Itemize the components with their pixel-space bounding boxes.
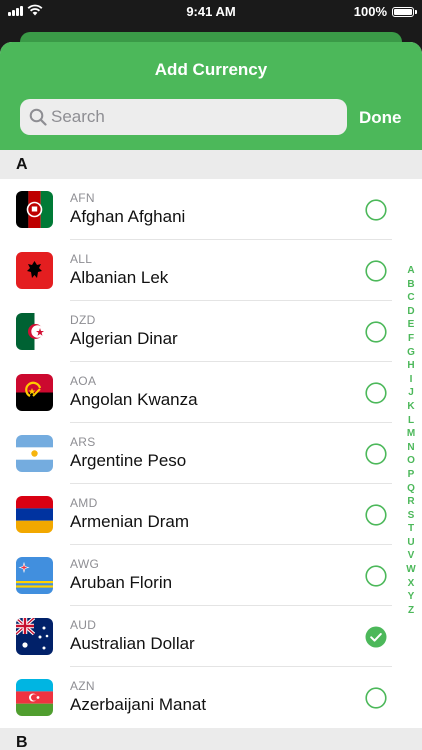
done-button[interactable]: Done bbox=[359, 108, 402, 128]
index-letter-r[interactable]: R bbox=[407, 495, 414, 509]
search-input[interactable] bbox=[51, 99, 331, 135]
checkmark-circle-icon[interactable] bbox=[365, 626, 387, 648]
currency-code: AZN bbox=[70, 679, 95, 693]
section-letter: B bbox=[16, 734, 28, 750]
unselected-circle-icon[interactable] bbox=[365, 504, 387, 526]
currency-name: Argentine Peso bbox=[70, 451, 187, 470]
unselected-circle-icon[interactable] bbox=[365, 199, 387, 221]
index-letter-o[interactable]: O bbox=[407, 454, 415, 468]
add-currency-sheet: Add Currency Done A AFN Afghan Afghani bbox=[0, 42, 422, 750]
sheet-header: Add Currency Done bbox=[0, 42, 422, 150]
index-letter-c[interactable]: C bbox=[407, 291, 414, 305]
currency-name: Australian Dollar bbox=[70, 634, 195, 653]
index-letter-g[interactable]: G bbox=[407, 346, 415, 360]
currency-name: Afghan Afghani bbox=[70, 207, 186, 226]
currency-row-aoa[interactable]: AOA Angolan Kwanza bbox=[0, 362, 422, 423]
index-letter-t[interactable]: T bbox=[408, 522, 414, 536]
currency-name: Azerbaijani Manat bbox=[70, 695, 207, 714]
currency-code: AFN bbox=[70, 191, 95, 205]
currency-code: AOA bbox=[70, 374, 97, 388]
index-letter-p[interactable]: P bbox=[408, 468, 415, 482]
index-letter-n[interactable]: N bbox=[407, 441, 414, 455]
azerbaijan-flag-icon bbox=[16, 679, 53, 716]
currency-code: AUD bbox=[70, 618, 97, 632]
currency-code: AMD bbox=[70, 496, 98, 510]
battery-percentage: 100% bbox=[353, 4, 387, 19]
section-index-bar[interactable]: ABCDEFGHIJKLMNOPQRSTUVWXYZ bbox=[404, 264, 418, 617]
index-letter-f[interactable]: F bbox=[408, 332, 414, 346]
index-letter-k[interactable]: K bbox=[407, 400, 414, 414]
search-field[interactable] bbox=[20, 99, 347, 135]
currency-name: Angolan Kwanza bbox=[70, 390, 198, 409]
currency-code: ARS bbox=[70, 435, 96, 449]
unselected-circle-icon[interactable] bbox=[365, 687, 387, 709]
search-icon bbox=[29, 108, 47, 126]
index-letter-l[interactable]: L bbox=[408, 414, 414, 428]
currency-row-awg[interactable]: AWG Aruban Florin bbox=[0, 545, 422, 606]
currency-row-all[interactable]: ALL Albanian Lek bbox=[0, 240, 422, 301]
unselected-circle-icon[interactable] bbox=[365, 382, 387, 404]
section-letter: A bbox=[16, 156, 28, 173]
afghanistan-flag-icon bbox=[16, 191, 53, 228]
index-letter-v[interactable]: V bbox=[408, 549, 415, 563]
currency-row-ars[interactable]: ARS Argentine Peso bbox=[0, 423, 422, 484]
currency-name: Aruban Florin bbox=[70, 573, 173, 592]
index-letter-y[interactable]: Y bbox=[408, 590, 415, 604]
unselected-circle-icon[interactable] bbox=[365, 260, 387, 282]
index-letter-a[interactable]: A bbox=[407, 264, 414, 278]
currency-code: DZD bbox=[70, 313, 96, 327]
index-letter-m[interactable]: M bbox=[407, 427, 415, 441]
currency-row-amd[interactable]: AMD Armenian Dram bbox=[0, 484, 422, 545]
section-header-b: B bbox=[0, 728, 422, 750]
battery-icon bbox=[392, 6, 417, 17]
albania-flag-icon bbox=[16, 252, 53, 289]
index-letter-h[interactable]: H bbox=[407, 359, 414, 373]
australia-flag-icon bbox=[16, 618, 53, 655]
currency-row-dzd[interactable]: DZD Algerian Dinar bbox=[0, 301, 422, 362]
index-letter-e[interactable]: E bbox=[408, 318, 415, 332]
index-letter-j[interactable]: J bbox=[408, 386, 414, 400]
argentina-flag-icon bbox=[16, 435, 53, 472]
currency-code: AWG bbox=[70, 557, 100, 571]
currency-row-azn[interactable]: AZN Azerbaijani Manat bbox=[0, 667, 422, 728]
currency-row-aud[interactable]: AUD Australian Dollar bbox=[0, 606, 422, 667]
index-letter-b[interactable]: B bbox=[407, 278, 414, 292]
armenia-flag-icon bbox=[16, 496, 53, 533]
currency-name: Algerian Dinar bbox=[70, 329, 178, 348]
index-letter-q[interactable]: Q bbox=[407, 482, 415, 496]
unselected-circle-icon[interactable] bbox=[365, 321, 387, 343]
algeria-flag-icon bbox=[16, 313, 53, 350]
index-letter-w[interactable]: W bbox=[406, 563, 415, 577]
aruba-flag-icon bbox=[16, 557, 53, 594]
status-right: 100% bbox=[353, 4, 417, 19]
status-bar: 9:41 AM 100% bbox=[0, 0, 422, 24]
index-letter-x[interactable]: X bbox=[408, 577, 415, 591]
currency-row-afn[interactable]: AFN Afghan Afghani bbox=[0, 179, 422, 240]
angola-flag-icon bbox=[16, 374, 53, 411]
unselected-circle-icon[interactable] bbox=[365, 565, 387, 587]
index-letter-i[interactable]: I bbox=[410, 373, 413, 387]
page-title: Add Currency bbox=[154, 60, 268, 79]
index-letter-s[interactable]: S bbox=[408, 509, 415, 523]
unselected-circle-icon[interactable] bbox=[365, 443, 387, 465]
currency-name: Albanian Lek bbox=[70, 268, 169, 287]
currency-code: ALL bbox=[70, 252, 93, 266]
index-letter-d[interactable]: D bbox=[407, 305, 414, 319]
index-letter-u[interactable]: U bbox=[407, 536, 414, 550]
section-header-a: A bbox=[0, 150, 422, 179]
index-letter-z[interactable]: Z bbox=[408, 604, 414, 618]
currency-name: Armenian Dram bbox=[70, 512, 190, 531]
